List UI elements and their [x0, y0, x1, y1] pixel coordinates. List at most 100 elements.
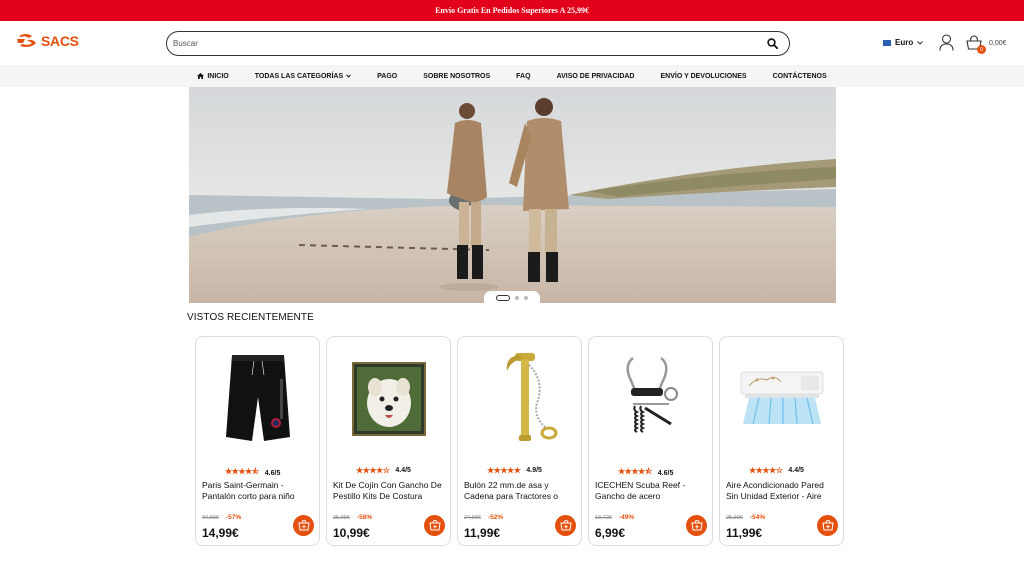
pin-image — [506, 353, 558, 441]
old-price: 24,99€ — [464, 515, 481, 521]
add-to-cart-icon — [559, 520, 572, 531]
product-price: 10,99€ — [333, 526, 370, 540]
nav-item-privacidad[interactable]: AVISO DE PRIVACIDAD — [544, 73, 648, 80]
product-name[interactable]: Kit De Cojín Con Gancho De Pestillo Kits… — [333, 480, 443, 502]
nav-item-faq[interactable]: FAQ — [503, 73, 543, 80]
main-nav: INICIO TODAS LAS CATEGORÍAS PAGO SOBRE N… — [0, 65, 1024, 87]
product-rating: ★★★★⯪ 4.6/5 — [618, 466, 673, 480]
product-name[interactable]: ICECHEN Scuba Reef - Gancho de acero — [595, 480, 705, 502]
aircon-image — [740, 371, 824, 425]
carousel-dot-3[interactable] — [524, 295, 528, 300]
carousel-indicators — [484, 291, 540, 304]
hero-image — [189, 87, 836, 303]
nav-label: TODAS LAS CATEGORÍAS — [254, 72, 344, 80]
product-image[interactable] — [597, 345, 705, 453]
nav-label: AVISO DE PRIVACIDAD — [556, 72, 635, 80]
eu-flag-icon — [883, 39, 891, 46]
nav-label: CONTÁCTENOS — [772, 72, 827, 80]
product-image[interactable] — [466, 345, 574, 453]
product-price: 11,99€ — [464, 526, 501, 540]
nav-item-envio[interactable]: ENVÍO Y DEVOLUCIONES — [647, 73, 759, 80]
site-header: SACS Euro — [0, 21, 1024, 65]
user-icon — [939, 34, 954, 51]
carousel-dot-1[interactable] — [496, 294, 510, 301]
currency-label: Euro — [895, 38, 914, 47]
product-card[interactable]: ★★★★☆ 4.4/5 Kit De Cojín Con Gancho De P… — [326, 336, 451, 546]
rating-value: 4.6/5 — [264, 469, 281, 477]
add-to-cart-button[interactable] — [817, 515, 838, 536]
product-price: 11,99€ — [726, 526, 763, 540]
product-card[interactable]: ★★★★☆ 4.4/5 Aire Acondicionado Pared Sin… — [719, 336, 844, 546]
old-price: 25,99€ — [726, 515, 743, 521]
recently-viewed-list: ★★★★⯪ 4.6/5 Paris Saint-Germain - Pantal… — [195, 336, 844, 546]
star-rating-icon: ★★★★★ — [487, 466, 521, 475]
shorts-image — [226, 355, 290, 441]
discount-badge: -58% — [357, 514, 373, 521]
old-price: 34,99€ — [202, 515, 219, 521]
nav-label: FAQ — [516, 72, 531, 80]
product-image[interactable] — [728, 345, 836, 453]
discount-badge: -54% — [750, 514, 766, 521]
old-price: 13,72€ — [595, 515, 612, 521]
account-button[interactable] — [939, 34, 954, 56]
search-icon — [766, 38, 778, 49]
product-card[interactable]: ★★★★⯪ 4.6/5 Paris Saint-Germain - Pantal… — [195, 336, 320, 546]
product-name[interactable]: Paris Saint-Germain - Pantalón corto par… — [202, 480, 312, 502]
cart-count-badge: 0 — [977, 45, 986, 54]
chevron-down-icon — [346, 74, 352, 78]
nav-item-contacto[interactable]: CONTÁCTENOS — [760, 73, 840, 80]
product-name[interactable]: Aire Acondicionado Pared Sin Unidad Exte… — [726, 480, 836, 502]
add-to-cart-button[interactable] — [293, 515, 314, 536]
product-card[interactable]: ★★★★★ 4.9/5 Bulón 22 mm.de asa y Cadena … — [457, 336, 582, 546]
nav-item-categorias[interactable]: TODAS LAS CATEGORÍAS — [242, 73, 364, 80]
hero-banner[interactable] — [189, 87, 836, 303]
add-to-cart-icon — [821, 520, 834, 531]
rating-value: 4.4/5 — [395, 467, 411, 474]
nav-item-sobre-nosotros[interactable]: SOBRE NOSOTROS — [410, 73, 503, 80]
nav-label: PAGO — [377, 72, 398, 80]
rating-value: 4.4/5 — [788, 467, 804, 474]
product-price: 14,99€ — [202, 526, 239, 540]
cart-button[interactable]: 0 0,00€ — [965, 35, 1007, 54]
promo-banner: Envío Gratis En Pedidos Superiores A 25,… — [0, 0, 1024, 21]
product-rating: ★★★★⯪ 4.6/5 — [225, 466, 280, 480]
star-rating-icon: ★★★★☆ — [356, 466, 390, 475]
add-to-cart-button[interactable] — [424, 515, 445, 536]
currency-selector[interactable]: Euro — [883, 38, 924, 47]
promo-text: Envío Gratis En Pedidos Superiores A 25,… — [435, 6, 589, 15]
product-rating: ★★★★★ 4.9/5 — [487, 466, 542, 475]
pillow-image — [352, 362, 426, 436]
add-to-cart-icon — [297, 520, 310, 531]
discount-badge: -57% — [226, 514, 242, 521]
nav-label: SOBRE NOSOTROS — [423, 72, 491, 80]
rating-value: 4.6/5 — [657, 469, 674, 477]
star-rating-icon: ★★★★⯪ — [225, 467, 259, 476]
product-card[interactable]: ★★★★⯪ 4.6/5 ICECHEN Scuba Reef - Gancho … — [588, 336, 713, 546]
logo[interactable]: SACS — [16, 33, 79, 49]
product-price: 6,99€ — [595, 526, 626, 540]
old-price: 25,99€ — [333, 515, 350, 521]
recently-viewed-title: VISTOS RECIENTEMENTE — [187, 312, 314, 323]
search-button[interactable] — [765, 37, 779, 51]
hook-image — [626, 357, 678, 433]
product-name[interactable]: Bulón 22 mm.de asa y Cadena para Tractor… — [464, 480, 574, 502]
logo-text: SACS — [41, 33, 79, 49]
star-rating-icon: ★★★★⯪ — [618, 467, 652, 476]
product-image[interactable] — [335, 345, 443, 453]
add-to-cart-button[interactable] — [555, 515, 576, 536]
chevron-down-icon — [917, 40, 924, 45]
cart-total: 0,00€ — [989, 40, 1007, 47]
cart-icon-wrap: 0 — [965, 35, 986, 54]
nav-label: INICIO — [207, 72, 229, 80]
product-rating: ★★★★☆ 4.4/5 — [749, 466, 804, 475]
product-image[interactable] — [204, 345, 312, 453]
add-to-cart-icon — [690, 520, 703, 531]
carousel-dot-2[interactable] — [515, 295, 519, 300]
add-to-cart-button[interactable] — [686, 515, 707, 536]
home-icon — [197, 73, 205, 79]
nav-label: ENVÍO Y DEVOLUCIONES — [660, 72, 747, 80]
nav-item-inicio[interactable]: INICIO — [184, 73, 241, 80]
star-rating-icon: ★★★★☆ — [749, 466, 783, 475]
search-input[interactable] — [173, 39, 765, 48]
nav-item-pago[interactable]: PAGO — [364, 73, 410, 80]
